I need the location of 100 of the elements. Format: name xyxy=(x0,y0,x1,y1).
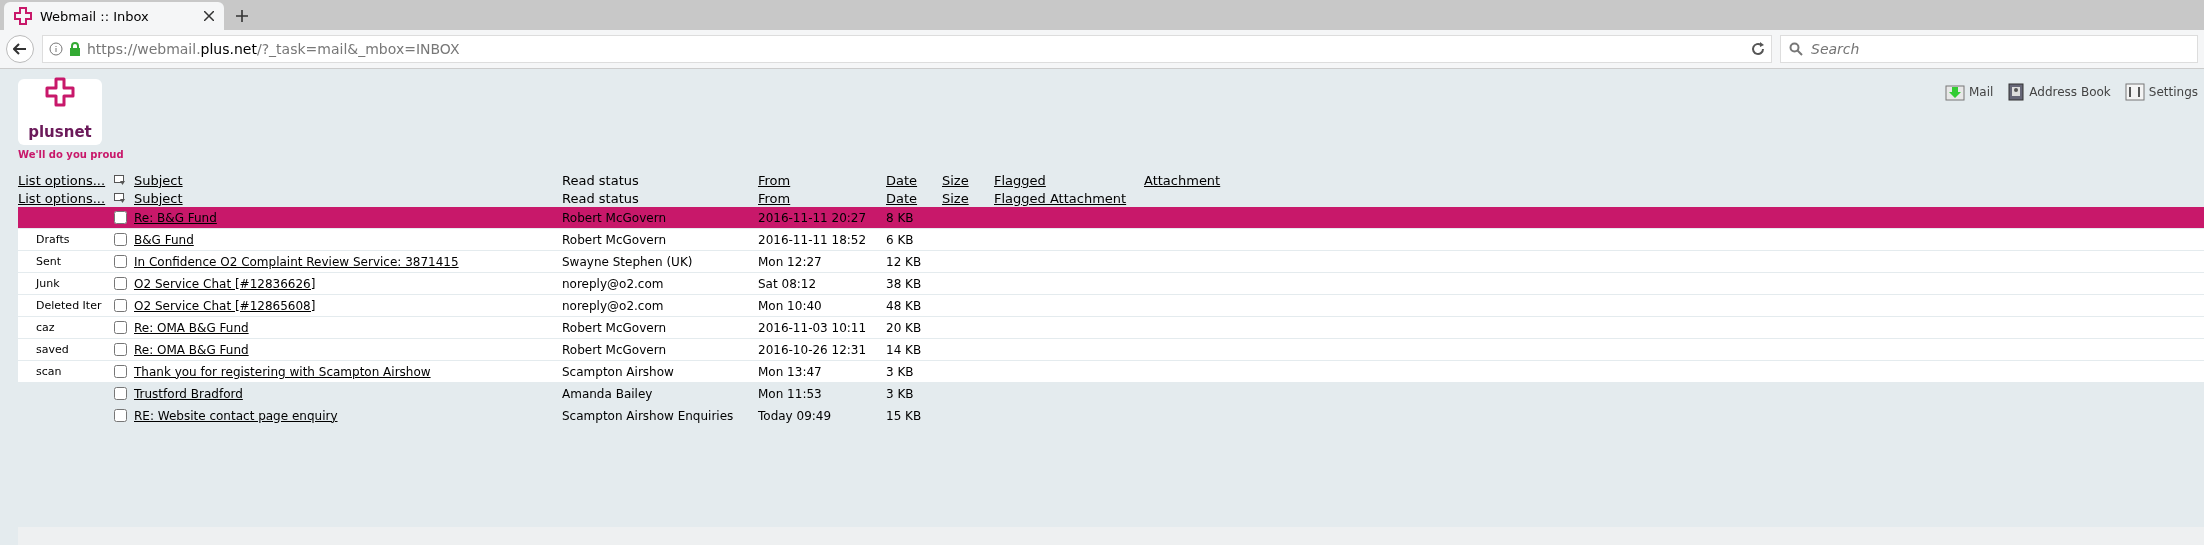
search-input[interactable]: Search xyxy=(1809,40,2189,58)
message-subject[interactable]: O2 Service Chat [#12836626] xyxy=(134,276,316,291)
message-size: 12 KB xyxy=(886,254,923,269)
folder-item[interactable]: Sent xyxy=(18,255,114,268)
message-checkbox[interactable] xyxy=(114,255,127,268)
message-subject[interactable]: Trustford Bradford xyxy=(134,386,243,401)
column-header[interactable]: From xyxy=(758,172,886,188)
browser-tab[interactable]: Webmail :: Inbox xyxy=(4,2,224,30)
sort-icon[interactable] xyxy=(114,192,126,204)
message-checkbox[interactable] xyxy=(114,299,127,312)
message-sender: Scampton Airshow Enquiries xyxy=(562,408,735,423)
folder-item[interactable]: Deleted Iter xyxy=(18,299,114,312)
column-header[interactable]: Subject xyxy=(134,190,562,206)
column-header: Read status xyxy=(562,190,640,206)
row-background[interactable] xyxy=(18,339,2204,360)
message-sender: Scampton Airshow xyxy=(562,364,675,379)
message-date: Sat 08:12 xyxy=(758,276,818,291)
message-size: 38 KB xyxy=(886,276,923,291)
message-subject[interactable]: B&G Fund xyxy=(134,232,194,247)
message-checkbox[interactable] xyxy=(114,321,127,334)
message-size: 3 KB xyxy=(886,386,915,401)
message-date: 2016-11-11 18:52 xyxy=(758,232,868,247)
folder-item[interactable]: caz xyxy=(18,321,114,334)
message-checkbox[interactable] xyxy=(114,211,127,224)
info-icon[interactable] xyxy=(49,42,63,56)
message-size: 3 KB xyxy=(886,364,915,379)
folder-item[interactable]: saved xyxy=(18,343,114,356)
column-header[interactable]: Attachment xyxy=(1144,172,2204,188)
message-checkbox[interactable] xyxy=(114,277,127,290)
toolbar-link[interactable]: Settings xyxy=(2124,83,2198,101)
message-subject[interactable]: In Confidence O2 Complaint Review Service: 3871415 xyxy=(134,254,459,269)
message-checkbox[interactable] xyxy=(114,343,127,356)
list-options-link[interactable]: List options... xyxy=(18,190,114,206)
column-header[interactable]: Size xyxy=(942,190,994,206)
message-size: 48 KB xyxy=(886,298,923,313)
message-subject[interactable]: O2 Service Chat [#12865608] xyxy=(134,298,316,313)
row-background[interactable] xyxy=(18,295,2204,316)
sort-icon[interactable] xyxy=(114,174,126,186)
address-bar[interactable]: https://webmail.plus.net/?_task=mail&_mbox=INBOX xyxy=(42,35,1772,63)
folder-item[interactable]: Drafts xyxy=(18,233,114,246)
column-header[interactable]: Subject xyxy=(134,172,562,188)
message-checkbox[interactable] xyxy=(114,233,127,246)
message-date: Mon 13:47 xyxy=(758,364,823,379)
new-tab-icon[interactable] xyxy=(236,10,248,22)
column-header[interactable]: From xyxy=(758,190,886,206)
message-checkbox[interactable] xyxy=(114,387,127,400)
folder-item[interactable]: scan xyxy=(18,365,114,378)
close-icon[interactable] xyxy=(204,11,214,21)
message-sender: noreply@o2.com xyxy=(562,298,665,313)
lock-icon xyxy=(69,42,81,56)
message-sender: Amanda Bailey xyxy=(562,386,654,401)
message-date: Today 09:49 xyxy=(758,408,833,423)
message-sender: Robert McGovern xyxy=(562,320,667,335)
message-subject[interactable]: Re: OMA B&G Fund xyxy=(134,342,249,357)
toolbar-link[interactable]: Mail xyxy=(1944,83,1994,101)
message-subject[interactable]: Thank you for registering with Scampton Airshow xyxy=(134,364,431,379)
message-size: 20 KB xyxy=(886,320,923,335)
list-options-link[interactable]: List options... xyxy=(18,172,114,188)
settings-icon xyxy=(2124,83,2145,101)
message-sender: Robert McGovern xyxy=(562,342,667,357)
message-date: Mon 11:53 xyxy=(758,386,823,401)
message-sender: Robert McGovern xyxy=(562,210,667,225)
message-date: 2016-11-03 10:11 xyxy=(758,320,868,335)
envelope-icon xyxy=(1944,83,1965,101)
row-background[interactable] xyxy=(18,361,2204,382)
column-header[interactable]: Date xyxy=(886,172,942,188)
message-size: 6 KB xyxy=(886,232,915,247)
column-header[interactable]: Date xyxy=(886,190,942,206)
message-size: 14 KB xyxy=(886,342,923,357)
message-subject[interactable]: RE: Website contact page enquiry xyxy=(134,408,338,423)
plus-logo-icon xyxy=(14,7,32,25)
message-date: Mon 12:27 xyxy=(758,254,823,269)
column-header[interactable]: Size xyxy=(942,172,994,188)
message-subject[interactable]: Re: B&G Fund xyxy=(134,210,217,225)
folder-item[interactable]: Junk xyxy=(18,277,114,290)
toolbar-link[interactable]: Address Book xyxy=(2007,83,2111,101)
logo-tagline: We'll do you proud xyxy=(18,149,124,160)
column-header[interactable]: Flagged Attachment xyxy=(994,190,1144,206)
search-field[interactable]: Search xyxy=(1780,35,2198,63)
column-header[interactable]: Flagged xyxy=(994,172,1144,188)
logo: plusnet xyxy=(18,79,102,145)
row-background[interactable] xyxy=(18,317,2204,338)
message-size: 8 KB xyxy=(886,210,915,225)
message-size: 15 KB xyxy=(886,408,923,423)
back-button[interactable] xyxy=(6,35,34,63)
column-header: Read status xyxy=(562,172,640,188)
row-background[interactable] xyxy=(18,251,2204,272)
message-checkbox[interactable] xyxy=(114,365,127,378)
back-arrow-icon xyxy=(13,43,27,55)
message-checkbox[interactable] xyxy=(114,409,127,422)
message-subject[interactable]: Re: OMA B&G Fund xyxy=(134,320,249,335)
url-text: https://webmail.plus.net/?_task=mail&_mbox=INBOX xyxy=(87,41,461,57)
message-sender: Swayne Stephen (UK) xyxy=(562,254,694,269)
message-date: Mon 10:40 xyxy=(758,298,823,313)
message-date: 2016-10-26 12:31 xyxy=(758,342,868,357)
message-sender: noreply@o2.com xyxy=(562,276,665,291)
row-background[interactable] xyxy=(18,273,2204,294)
message-sender: Robert McGovern xyxy=(562,232,667,247)
reload-icon[interactable] xyxy=(1751,42,1765,56)
address-book-icon xyxy=(2007,83,2026,101)
